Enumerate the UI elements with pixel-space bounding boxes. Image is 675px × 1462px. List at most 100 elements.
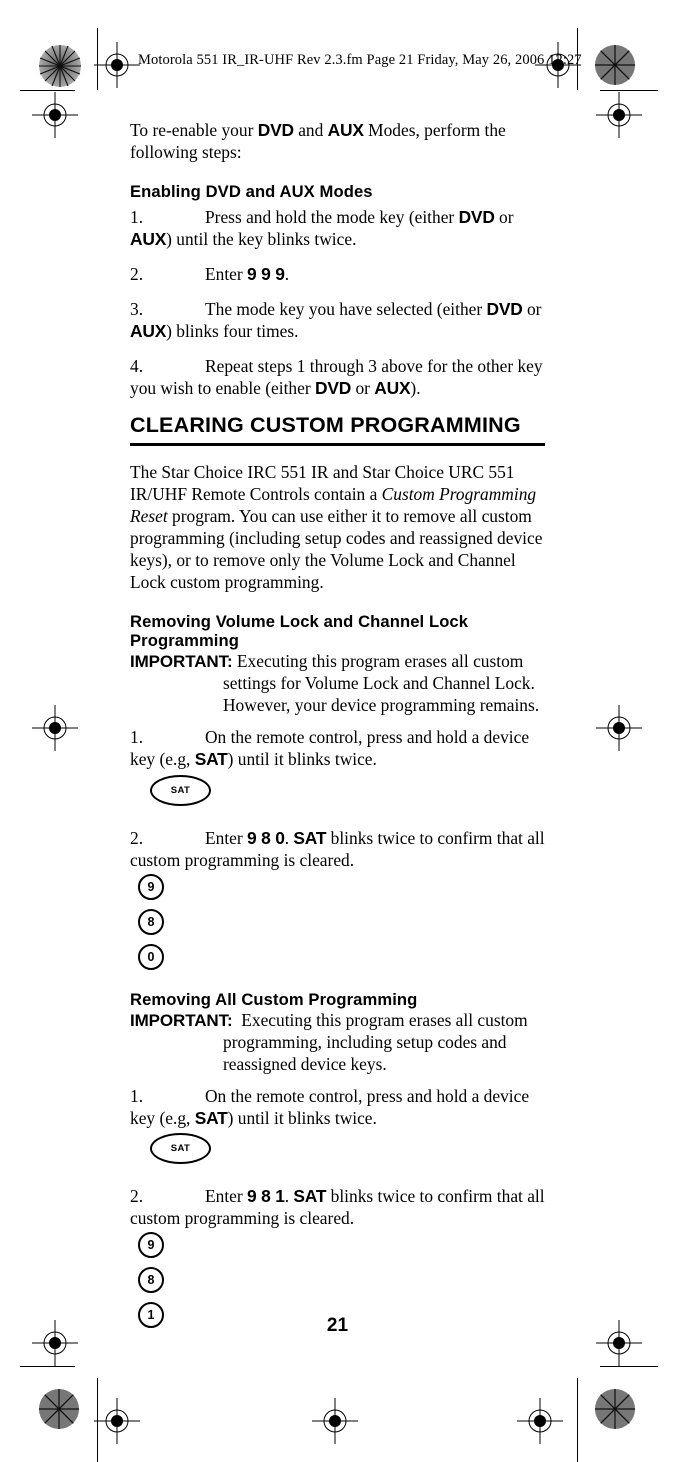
- step-number: 2.: [130, 1186, 144, 1207]
- important-label: IMPORTANT:: [130, 652, 233, 672]
- crop-line-left-vertical: [97, 28, 98, 90]
- sat-key-icon: SAT: [150, 1133, 211, 1165]
- removing-volume-lock-step-1: 1. On the remote control, press and hold…: [130, 727, 550, 771]
- star-target-bottom-right: [594, 1388, 636, 1430]
- step-number: 2.: [130, 263, 144, 284]
- step-keyword-2: SAT: [293, 827, 327, 848]
- clearing-text-b: program. You can use either it to remove…: [130, 506, 543, 592]
- important-label: IMPORTANT:: [130, 1010, 233, 1030]
- step-text-b: or: [351, 377, 375, 398]
- sat-key-icon-group-1: SAT: [150, 774, 550, 806]
- removing-all-step-1: 1. On the remote control, press and hold…: [130, 1086, 550, 1130]
- important-block-text: IMPORTANT: Executing this program erases…: [130, 1010, 550, 1076]
- step-text-c: ) until it blinks twice.: [227, 748, 377, 769]
- step-keyword-1: DVD: [486, 298, 523, 319]
- sat-key-icon-group-2: SAT: [150, 1133, 550, 1165]
- step-text-c: ) until the key blinks twice.: [166, 229, 357, 249]
- important-text: Executing this program erases all custom…: [223, 651, 540, 716]
- crop-line-top-left-horizontal: [20, 90, 75, 91]
- digit-key-icon-8: 8: [138, 908, 164, 935]
- step-text-c: blinks twice to confirm that all custom …: [130, 827, 545, 870]
- digit-key-icon-9: 9: [138, 1232, 164, 1259]
- crop-line-bottom-right-vertical: [577, 1378, 578, 1462]
- crop-line-bottom-left-horizontal: [20, 1366, 75, 1367]
- step-keyword-1: 9 8 1: [247, 1186, 285, 1207]
- intro-paragraph: To re-enable your DVD and AUX Modes, per…: [130, 120, 550, 164]
- step-number: 1.: [130, 1085, 144, 1106]
- enabling-step-4: 4. Repeat steps 1 through 3 above for th…: [130, 356, 550, 400]
- registration-mark-top-left: [94, 42, 140, 88]
- step-keyword-2: AUX: [130, 320, 167, 341]
- important-block-text: IMPORTANT: Executing this program erases…: [130, 651, 550, 717]
- step-keyword-2: AUX: [374, 377, 411, 398]
- star-target-bottom-left: [38, 1388, 80, 1430]
- registration-mark-left-upper: [32, 92, 78, 138]
- step-text: Enter 9 9 9.: [205, 264, 289, 284]
- intro-text-a: To re-enable your: [130, 120, 258, 140]
- step-number: 1.: [130, 207, 144, 228]
- removing-volume-lock-heading: Removing Volume Lock and Channel Lock Pr…: [130, 611, 469, 650]
- step-text-a: Enter: [205, 1186, 248, 1207]
- clearing-section-heading: CLEARING CUSTOM PROGRAMMING: [130, 412, 521, 437]
- step-number: 4.: [130, 355, 144, 376]
- step-text-c: ).: [410, 377, 421, 398]
- digit-key-icon-0: 0: [138, 943, 164, 970]
- intro-aux-keyword: AUX: [327, 120, 364, 140]
- registration-mark-right-upper: [596, 92, 642, 138]
- crop-line-bottom-right-horizontal: [600, 1366, 658, 1367]
- step-keyword-1: SAT: [194, 1107, 228, 1128]
- registration-mark-bottom-left: [94, 1398, 140, 1444]
- step-text-c: .: [284, 263, 290, 284]
- step-number: 2.: [130, 827, 144, 848]
- removing-all-important: IMPORTANT: Executing this program erases…: [130, 1010, 550, 1076]
- step-text-a: Enter: [205, 827, 248, 848]
- crop-line-bottom-left-vertical: [97, 1378, 98, 1462]
- running-header: Motorola 551 IR_IR-UHF Rev 2.3.fm Page 2…: [138, 52, 582, 68]
- crop-line-top-right-horizontal: [600, 90, 658, 91]
- enabling-heading: Enabling DVD and AUX Modes: [130, 181, 373, 201]
- important-text: Executing this program erases all custom…: [223, 1009, 528, 1074]
- step-keyword-2: SAT: [293, 1186, 327, 1207]
- star-target-top-right: [594, 44, 636, 86]
- step-number: 3.: [130, 298, 144, 319]
- step-keyword-1: SAT: [194, 748, 228, 769]
- step-text: Enter 9 8 0. SAT blinks twice to confirm…: [130, 828, 545, 870]
- section-heading-rule: [130, 443, 545, 447]
- step-text-c: ) blinks four times.: [166, 320, 299, 341]
- step-text-b: or: [522, 298, 542, 319]
- step-text-c: ) until it blinks twice.: [227, 1107, 377, 1128]
- step-keyword-1: DVD: [458, 207, 495, 228]
- clearing-paragraph: The Star Choice IRC 551 IR and Star Choi…: [130, 462, 550, 594]
- step-keyword-2: AUX: [130, 229, 167, 249]
- intro-dvd-keyword: DVD: [257, 120, 294, 140]
- removing-volume-lock-important: IMPORTANT: Executing this program erases…: [130, 651, 550, 717]
- registration-mark-right-middle: [596, 705, 642, 751]
- removing-all-heading: Removing All Custom Programming: [130, 989, 418, 1009]
- registration-mark-bottom-center: [312, 1398, 358, 1444]
- enabling-step-2: 2. Enter 9 9 9.: [130, 264, 550, 286]
- step-text-a: Press and hold the mode key (either: [205, 207, 459, 228]
- digit-key-icon-9: 9: [138, 873, 164, 900]
- step-text: The mode key you have selected (either D…: [130, 299, 541, 341]
- digit-key-icon-group-1: 9 8 0: [138, 873, 550, 970]
- page-number: 21: [326, 1315, 349, 1336]
- removing-volume-lock-step-2: 2. Enter 9 8 0. SAT blinks twice to conf…: [130, 828, 550, 872]
- step-text: Enter 9 8 1. SAT blinks twice to confirm…: [130, 1186, 545, 1228]
- step-keyword-1: 9 9 9: [247, 263, 285, 284]
- enabling-step-1: 1. Press and hold the mode key (either D…: [130, 207, 550, 251]
- step-text-a: The mode key you have selected (either: [205, 298, 487, 319]
- sat-key-icon: SAT: [150, 774, 211, 806]
- step-number: 1.: [130, 726, 144, 747]
- step-text-a: Enter: [205, 263, 248, 284]
- step-keyword-1: 9 8 0: [247, 827, 285, 848]
- enabling-step-3: 3. The mode key you have selected (eithe…: [130, 299, 550, 343]
- step-keyword-1: DVD: [314, 377, 352, 398]
- step-text: Repeat steps 1 through 3 above for the o…: [130, 356, 543, 398]
- registration-mark-bottom-right: [517, 1398, 563, 1444]
- removing-all-step-2: 2. Enter 9 8 1. SAT blinks twice to conf…: [130, 1186, 550, 1230]
- digit-key-icon-8: 8: [138, 1267, 164, 1294]
- digit-key-icon-group-2: 9 8 1: [138, 1232, 550, 1329]
- intro-text-b: and: [293, 120, 328, 140]
- registration-mark-left-middle: [32, 705, 78, 751]
- step-text-c: blinks twice to confirm that all custom …: [130, 1186, 545, 1229]
